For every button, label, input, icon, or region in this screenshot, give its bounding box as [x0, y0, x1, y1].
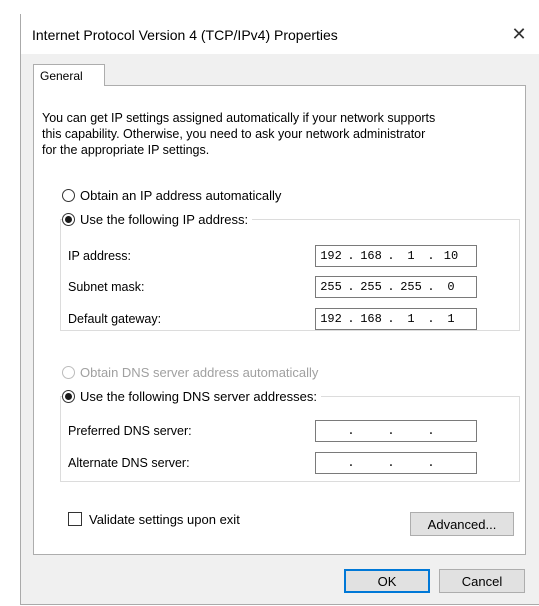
obtain-dns-auto-radio-circle	[62, 366, 75, 379]
default-gateway-octet-2: 168	[360, 312, 382, 326]
ip-address-octet-4: 10	[443, 249, 459, 263]
validate-settings-checkbox[interactable]	[68, 512, 82, 526]
use-following-dns-radio[interactable]: Use the following DNS server addresses:	[62, 389, 321, 404]
obtain-ip-auto-label: Obtain an IP address automatically	[80, 188, 282, 203]
subnet-mask-label: Subnet mask:	[68, 280, 145, 294]
description-line-3: for the appropriate IP settings.	[42, 143, 210, 157]
ok-button-label: OK	[377, 573, 397, 589]
ip-address-octet-3: 1	[407, 249, 415, 263]
obtain-dns-auto-radio[interactable]: Obtain DNS server address automatically	[62, 365, 323, 380]
obtain-dns-auto-label: Obtain DNS server address automatically	[80, 365, 319, 380]
default-gateway-input[interactable]: 192. 168. 1. 1	[315, 308, 477, 330]
cancel-button-label: Cancel	[461, 573, 503, 589]
default-gateway-octet-1: 192	[320, 312, 342, 326]
tab-general-label: General	[40, 68, 83, 83]
advanced-button[interactable]: Advanced...	[410, 512, 514, 536]
description-line-2: this capability. Otherwise, you need to …	[42, 127, 426, 141]
ip-address-octet-2: 168	[360, 249, 382, 263]
ok-button[interactable]: OK	[344, 569, 430, 593]
obtain-ip-auto-radio[interactable]: Obtain an IP address automatically	[62, 188, 286, 203]
tab-general[interactable]: General	[33, 64, 105, 86]
advanced-button-label: Advanced...	[427, 516, 497, 532]
ip-address-octet-1: 192	[320, 249, 342, 263]
subnet-mask-octet-1: 255	[320, 280, 342, 294]
use-following-ip-label: Use the following IP address:	[80, 212, 249, 227]
window-title: Internet Protocol Version 4 (TCP/IPv4) P…	[32, 27, 338, 43]
subnet-mask-octet-2: 255	[360, 280, 382, 294]
general-panel: You can get IP settings assigned automat…	[33, 85, 526, 555]
ip-address-label: IP address:	[68, 249, 132, 263]
close-icon: ✕	[511, 23, 527, 44]
default-gateway-octet-3: 1	[407, 312, 415, 326]
alternate-dns-input[interactable]: . . .	[315, 452, 477, 474]
subnet-mask-octet-3: 255	[400, 280, 422, 294]
description-line-1: You can get IP settings assigned automat…	[42, 111, 436, 125]
default-gateway-label: Default gateway:	[68, 312, 162, 326]
use-following-ip-radio[interactable]: Use the following IP address:	[62, 212, 253, 227]
close-button[interactable]: ✕	[499, 14, 539, 54]
dialog-window: Internet Protocol Version 4 (TCP/IPv4) P…	[20, 14, 539, 605]
preferred-dns-input[interactable]: . . .	[315, 420, 477, 442]
preferred-dns-label: Preferred DNS server:	[68, 424, 192, 438]
description-text: You can get IP settings assigned automat…	[42, 110, 517, 158]
ip-address-input[interactable]: 192. 168. 1. 10	[315, 245, 477, 267]
use-following-ip-radio-circle	[62, 213, 75, 226]
obtain-ip-auto-radio-circle	[62, 189, 75, 202]
use-following-dns-radio-circle	[62, 390, 75, 403]
validate-settings-label: Validate settings upon exit	[89, 512, 240, 527]
use-following-dns-label: Use the following DNS server addresses:	[80, 389, 317, 404]
title-bar: Internet Protocol Version 4 (TCP/IPv4) P…	[21, 14, 539, 54]
subnet-mask-octet-4: 0	[447, 280, 455, 294]
alternate-dns-label: Alternate DNS server:	[68, 456, 190, 470]
cancel-button[interactable]: Cancel	[439, 569, 525, 593]
subnet-mask-input[interactable]: 255. 255. 255. 0	[315, 276, 477, 298]
default-gateway-octet-4: 1	[447, 312, 455, 326]
